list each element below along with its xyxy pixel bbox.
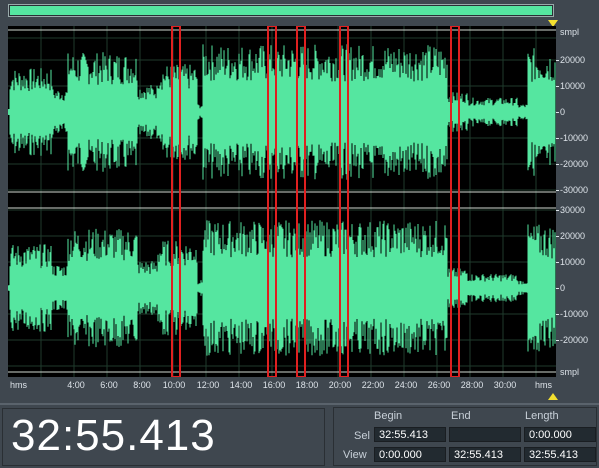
playhead-bottom-marker[interactable] bbox=[548, 393, 558, 400]
begin-header: Begin bbox=[374, 410, 403, 422]
sel-label: Sel bbox=[354, 430, 370, 442]
waveform-channel bbox=[7, 220, 556, 356]
amplitude-tick-mark bbox=[556, 112, 559, 113]
unit-label-bottom: smpl bbox=[560, 367, 580, 377]
view-end-field[interactable]: 32:55.413 bbox=[449, 447, 521, 462]
amplitude-tick-label: -30000 bbox=[560, 185, 589, 195]
amplitude-ruler: smpl 20000 10000 0 -10000 -20000 -30000 30000… bbox=[556, 26, 599, 377]
amplitude-tick-mark bbox=[556, 86, 559, 87]
amplitude-tick-label: 20000 bbox=[560, 55, 586, 65]
amplitude-tick-mark bbox=[556, 236, 559, 237]
waveform-canvas[interactable] bbox=[7, 25, 556, 378]
amplitude-tick-mark bbox=[556, 314, 559, 315]
time-tick-label: 14:00 bbox=[229, 380, 253, 390]
time-tick-label: 24:00 bbox=[394, 380, 418, 390]
view-begin-field[interactable]: 0:00.000 bbox=[374, 447, 446, 462]
time-tick-label: 6:00 bbox=[100, 380, 118, 390]
time-tick-label: 12:00 bbox=[196, 380, 220, 390]
sel-begin-field[interactable]: 32:55.413 bbox=[374, 427, 446, 442]
sel-length-field[interactable]: 0:00.000 bbox=[524, 427, 596, 442]
time-tick-label: 22:00 bbox=[361, 380, 385, 390]
amplitude-tick-label: -10000 bbox=[560, 133, 589, 143]
end-header: End bbox=[451, 410, 471, 422]
amplitude-tick-mark bbox=[556, 340, 559, 341]
amplitude-tick-mark bbox=[556, 164, 559, 165]
amplitude-tick-label: 10000 bbox=[560, 81, 586, 91]
time-tick-label: 10:00 bbox=[162, 380, 186, 390]
view-length-field[interactable]: 32:55.413 bbox=[524, 447, 596, 462]
time-tick-label: 4:00 bbox=[67, 380, 85, 390]
amplitude-tick-mark bbox=[556, 288, 559, 289]
amplitude-tick-label: -20000 bbox=[560, 159, 589, 169]
unit-label-top: smpl bbox=[560, 27, 580, 37]
view-label: View bbox=[343, 449, 367, 461]
time-unit-start: hms bbox=[10, 380, 28, 390]
cue-marker bbox=[450, 25, 460, 378]
amplitude-tick-label: 20000 bbox=[560, 231, 586, 241]
time-unit-end: hms bbox=[534, 380, 552, 390]
time-ruler[interactable]: hms 4:00 6:00 8:00 10:00 12:00 14:00 16:00 18:0… bbox=[8, 377, 556, 393]
sel-end-field[interactable] bbox=[449, 427, 521, 442]
waveform-channel bbox=[7, 44, 556, 180]
time-display: 32:55.413 bbox=[2, 408, 325, 466]
amplitude-tick-label: 0 bbox=[560, 107, 566, 117]
time-tick-label: 16:00 bbox=[262, 380, 286, 390]
current-time: 32:55.413 bbox=[11, 411, 216, 460]
amplitude-tick-label: 10000 bbox=[560, 257, 586, 267]
waveform-display[interactable] bbox=[7, 25, 556, 378]
amplitude-tick-mark bbox=[556, 190, 559, 191]
overview-bar[interactable] bbox=[8, 4, 554, 17]
time-tick-label: 18:00 bbox=[295, 380, 319, 390]
time-tick-label: 26:00 bbox=[427, 380, 451, 390]
amplitude-tick-label: 30000 bbox=[560, 205, 586, 215]
amplitude-tick-label: -10000 bbox=[560, 309, 589, 319]
time-tick-label: 20:00 bbox=[328, 380, 352, 390]
amplitude-tick-label: 0 bbox=[560, 283, 566, 293]
amplitude-tick-mark bbox=[556, 138, 559, 139]
length-header: Length bbox=[525, 410, 559, 422]
overview-range[interactable] bbox=[10, 6, 552, 15]
amplitude-tick-mark bbox=[556, 210, 559, 211]
time-tick-label: 8:00 bbox=[133, 380, 151, 390]
amplitude-tick-label: -20000 bbox=[560, 335, 589, 345]
amplitude-tick-mark bbox=[556, 262, 559, 263]
time-tick-label: 28:00 bbox=[460, 380, 484, 390]
time-tick-label: 30:00 bbox=[493, 380, 517, 390]
amplitude-tick-mark bbox=[556, 60, 559, 61]
